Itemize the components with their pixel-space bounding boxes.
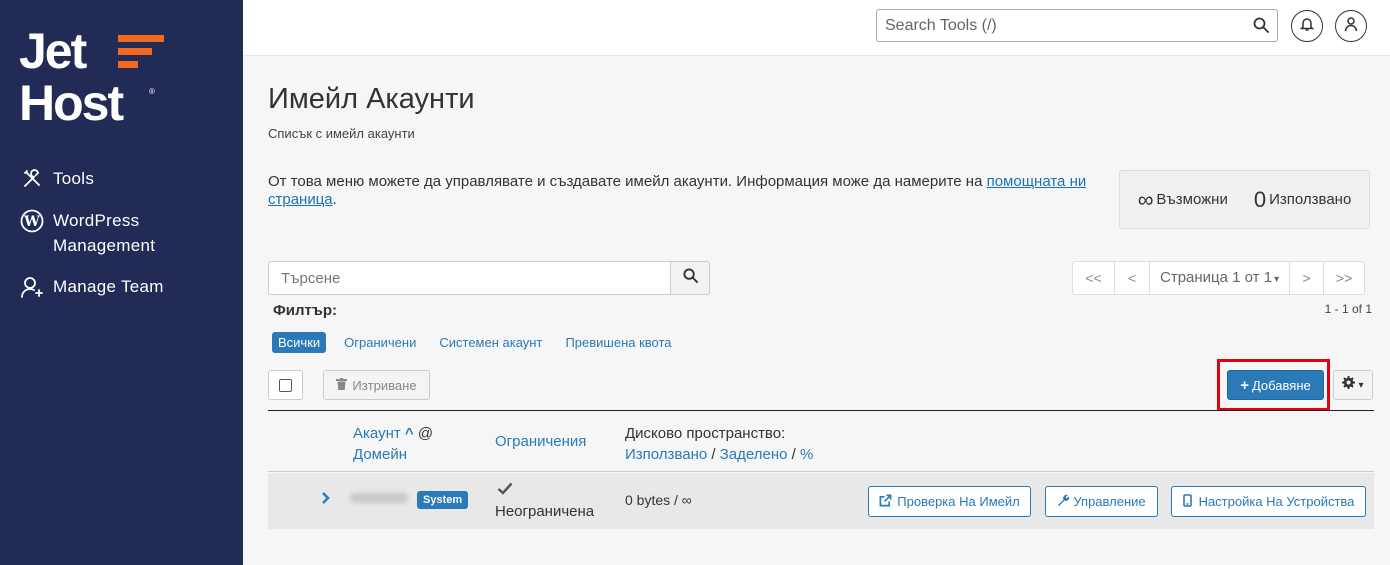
sidebar-item-manage-team[interactable]: Manage Team	[19, 274, 234, 300]
sort-used[interactable]: Използвано	[625, 446, 707, 463]
mobile-icon	[1182, 493, 1192, 510]
trash-icon	[336, 377, 348, 393]
sidebar: Jet Host ® Tools W WordPress Management …	[0, 0, 243, 565]
filter-over-quota[interactable]: Превишена квота	[565, 335, 671, 350]
sort-allocated[interactable]: Заделено	[720, 446, 788, 463]
used-value: 0	[1253, 186, 1267, 212]
search-tools-input[interactable]	[877, 10, 1237, 41]
logo-bars	[118, 35, 164, 69]
restriction-value: Неограничена	[495, 503, 595, 520]
filter-restricted[interactable]: Ограничени	[344, 335, 416, 350]
filter-all[interactable]: Всички	[272, 332, 327, 353]
col-account-domain[interactable]: Акаунт ^ @ Домейн	[353, 423, 433, 465]
page-subtitle: Списък с имейл акаунти	[268, 126, 415, 141]
svg-text:W: W	[23, 214, 40, 230]
notifications-button[interactable]	[1291, 10, 1323, 42]
col-disk: Дисково пространство: Използвано / Задел…	[625, 425, 814, 463]
wrench-icon	[1057, 494, 1070, 510]
expand-chevron-icon[interactable]	[321, 491, 331, 509]
bell-icon	[1299, 16, 1315, 37]
table-row: System Неограничена 0 bytes / ∞ Проверка…	[268, 473, 1374, 529]
caret-down-icon: ▾	[1358, 379, 1364, 391]
external-link-icon	[879, 494, 892, 510]
sidebar-item-label: Tools	[53, 169, 95, 188]
stats-box: ∞ Възможни 0 Използвано	[1119, 170, 1370, 229]
table-toolbar: Изтриване + Добавяне ▾	[268, 359, 1374, 411]
sort-percent[interactable]: %	[800, 446, 813, 463]
caret-down-icon: ▾	[1274, 274, 1280, 285]
disk-value: 0 bytes / ∞	[625, 492, 692, 508]
wordpress-icon: W	[19, 208, 45, 234]
sort-asc-icon: ^	[404, 425, 414, 442]
pagination: << < Страница 1 от 1 ▾ > >>	[1072, 261, 1366, 295]
top-bar	[243, 0, 1390, 56]
settings-dropdown[interactable]: ▾	[1333, 370, 1373, 400]
filter-system-account[interactable]: Системен акаунт	[439, 335, 542, 350]
results-count: 1 - 1 of 1	[1324, 302, 1372, 316]
gear-icon	[1342, 376, 1356, 394]
delete-button[interactable]: Изтриване	[323, 370, 430, 400]
profile-button[interactable]	[1335, 10, 1367, 42]
account-search-button[interactable]	[670, 261, 710, 295]
tools-icon	[19, 166, 45, 192]
add-user-icon	[19, 274, 45, 300]
next-page-button[interactable]: >	[1290, 262, 1325, 294]
filter-label: Филтър:	[273, 302, 337, 319]
check-email-button[interactable]: Проверка На Имейл	[868, 486, 1031, 517]
first-page-button[interactable]: <<	[1073, 262, 1115, 294]
select-all-checkbox[interactable]	[279, 378, 292, 392]
account-search-input[interactable]	[268, 261, 671, 295]
sidebar-item-tools[interactable]: Tools	[19, 166, 234, 192]
logo-text-host: Host	[19, 75, 124, 131]
logo-registered: ®	[149, 87, 155, 96]
account-name-redacted	[350, 493, 408, 503]
table-header: Акаунт ^ @ Домейн Ограничения Дисково пр…	[268, 410, 1374, 472]
user-icon	[1343, 16, 1359, 37]
page-description: От това меню можете да управлявате и съз…	[268, 173, 1087, 208]
sidebar-item-label: Manage Team	[53, 277, 164, 296]
col-restrictions[interactable]: Ограничения	[495, 433, 586, 450]
last-page-button[interactable]: >>	[1324, 262, 1364, 294]
select-all-wrap	[268, 370, 303, 400]
available-value: ∞	[1137, 186, 1154, 212]
filter-options: Всички Ограничени Системен акаунт Превиш…	[272, 332, 695, 353]
page-select[interactable]: Страница 1 от 1 ▾	[1150, 262, 1291, 294]
add-button[interactable]: + Добавяне	[1227, 370, 1324, 400]
prev-page-button[interactable]: <	[1115, 262, 1150, 294]
sidebar-item-wordpress[interactable]: W WordPress Management	[19, 208, 234, 258]
available-label: Възможни	[1156, 191, 1228, 208]
search-icon[interactable]	[1253, 17, 1269, 38]
plus-icon: +	[1240, 376, 1249, 394]
check-icon	[497, 482, 513, 499]
search-tools	[876, 9, 1278, 42]
used-label: Използвано	[1269, 191, 1352, 208]
search-icon	[682, 268, 698, 288]
sidebar-item-label: WordPress Management	[53, 211, 156, 255]
page-title: Имейл Акаунти	[268, 83, 475, 115]
system-badge: System	[417, 491, 469, 509]
sidebar-nav: Tools W WordPress Management Manage Team	[19, 166, 234, 316]
logo-text-jet: Jet	[19, 23, 87, 79]
account-search	[268, 261, 710, 295]
device-setup-button[interactable]: Настройка На Устройства	[1171, 486, 1366, 517]
manage-button[interactable]: Управление	[1045, 486, 1158, 517]
jethost-logo[interactable]: Jet Host ®	[19, 26, 169, 128]
